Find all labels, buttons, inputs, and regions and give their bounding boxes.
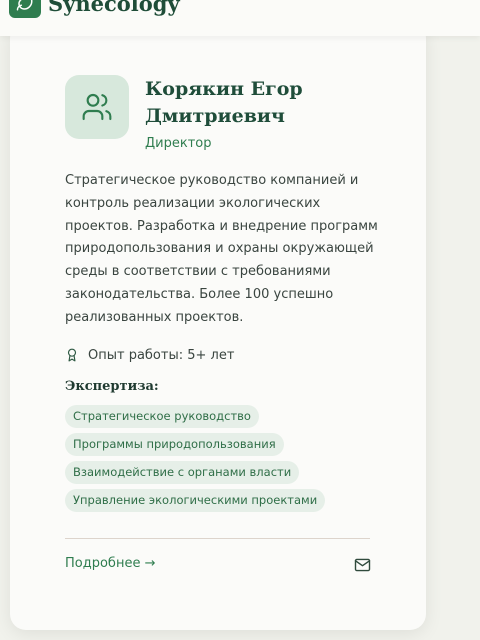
expertise-tags: Стратегическое руководство Программы при… (65, 405, 326, 517)
experience-text: Опыт работы: 5+ лет (88, 347, 235, 363)
more-link[interactable]: Подробнее → (65, 556, 155, 571)
experience-row: Опыт работы: 5+ лет (65, 347, 234, 363)
member-name: Корякин Егор Дмитриевич (145, 78, 303, 127)
leaf-icon[interactable] (9, 0, 41, 18)
expertise-tag: Программы природопользования (65, 433, 284, 456)
member-role: Директор (145, 136, 212, 151)
mail-icon[interactable] (354, 557, 371, 572)
expertise-heading: Экспертиза: (65, 379, 159, 394)
top-navigation-bar: Synecology (0, 0, 480, 36)
users-icon (65, 75, 129, 139)
expertise-tag: Стратегическое руководство (65, 405, 259, 428)
award-icon (67, 348, 77, 362)
expertise-tag: Управление экологическими проектами (65, 489, 326, 512)
member-description: Стратегическое руководство компанией и к… (65, 173, 378, 325)
brand-name[interactable]: Synecology (48, 0, 180, 16)
card-divider (65, 538, 370, 539)
expertise-tag: Взаимодействие с органами власти (65, 461, 300, 484)
team-member-card: Корякин Егор Дмитриевич Директор Стратег… (10, 22, 426, 630)
